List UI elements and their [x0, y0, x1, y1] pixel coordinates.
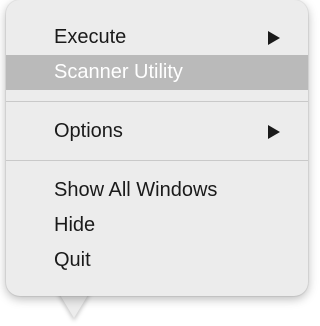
menu-item-label: Quit — [54, 249, 91, 271]
submenu-arrow-icon — [268, 125, 280, 139]
menu-item-label: Show All Windows — [54, 179, 218, 201]
menu-item-scanner-utility[interactable]: Scanner Utility — [6, 55, 308, 90]
menu-separator — [6, 160, 308, 161]
menu-item-label: Scanner Utility — [54, 61, 183, 83]
dock-context-menu-stage: Execute Scanner Utility Options Show All… — [0, 0, 320, 326]
menu-item-label: Execute — [54, 26, 127, 48]
menu-item-show-all-windows[interactable]: Show All Windows — [6, 173, 308, 208]
menu-item-options[interactable]: Options — [6, 114, 308, 149]
menu-separator — [6, 101, 308, 102]
menu-item-label: Options — [54, 120, 123, 142]
menu-item-label: Hide — [54, 214, 96, 236]
menu-item-execute[interactable]: Execute — [6, 20, 308, 55]
menu-item-hide[interactable]: Hide — [6, 208, 308, 243]
dock-context-menu: Execute Scanner Utility Options Show All… — [6, 0, 308, 296]
submenu-arrow-icon — [268, 31, 280, 45]
menu-item-quit[interactable]: Quit — [6, 243, 308, 278]
